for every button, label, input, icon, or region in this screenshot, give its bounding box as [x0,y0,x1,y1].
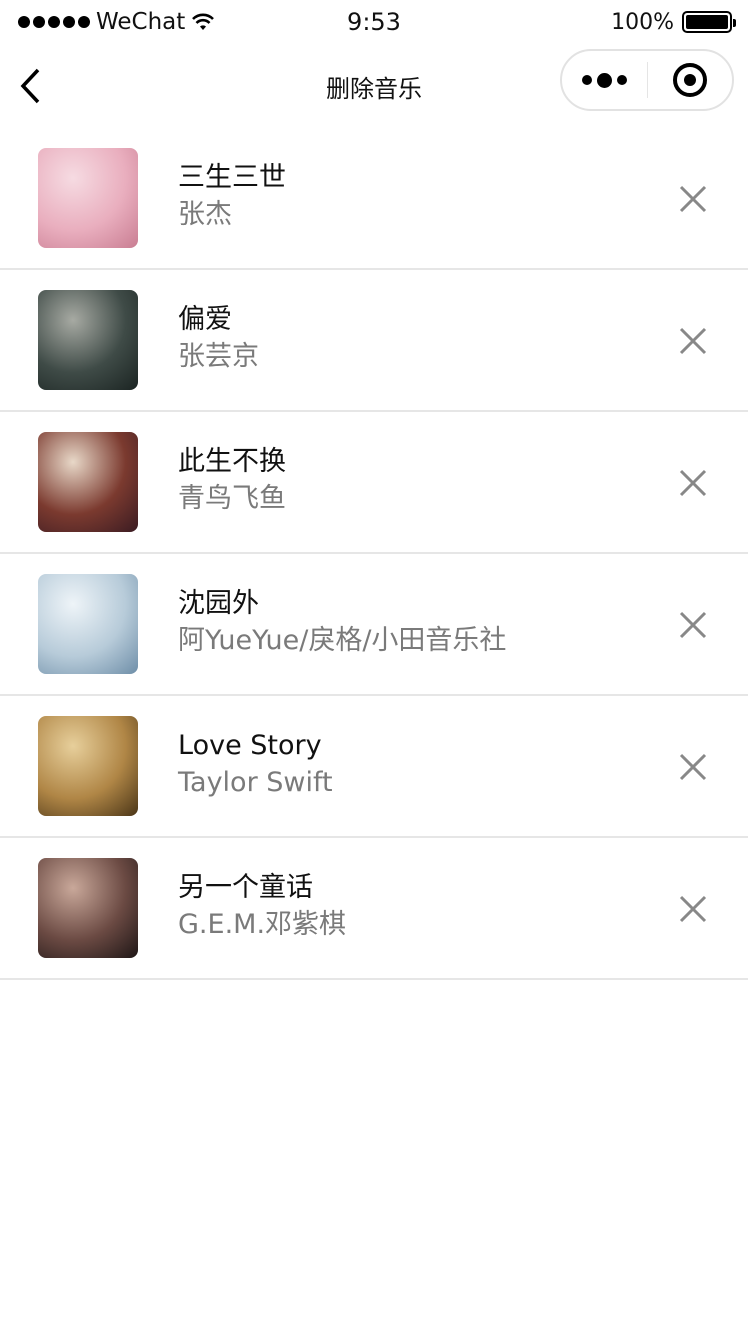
chevron-left-icon [20,68,40,104]
song-text: Love Story Taylor Swift [178,728,333,802]
signal-strength-icon [18,16,90,28]
song-artist: 青鸟飞鱼 [178,483,286,514]
song-list: 三生三世张杰偏爱张芸京此生不换青鸟飞鱼沈园外阿YueYue/戾格/小田音乐社 Lo… [0,128,748,980]
song-text: 沈园外阿YueYue/戾格/小田音乐社 [178,586,506,660]
close-mini-program-button[interactable] [648,51,733,109]
song-item[interactable]: 此生不换 青鸟飞鱼 [0,412,748,554]
song-item[interactable]: 另一个童话 G.E.M.邓紫棋 [0,838,748,980]
status-left: WeChat [18,9,215,35]
song-title: 偏爱 [178,304,232,335]
song-artist: 阿YueYue/戾格/小田音乐社 [178,625,507,656]
delete-song-button[interactable] [674,890,712,928]
page-title: 删除音乐 [326,74,422,103]
status-right: 100% [611,9,736,35]
song-text: 此生不换 青鸟飞鱼 [178,444,286,518]
album-cover [38,290,138,390]
song-artist: 张芸京 [178,341,259,372]
album-cover [38,716,138,816]
close-x-icon [679,469,707,497]
song-text: 三生三世 张杰 [178,160,286,234]
battery-fill [686,15,728,29]
delete-song-button[interactable] [674,606,712,644]
song-item[interactable]: 三生三世 张杰 [0,128,748,270]
battery-icon [682,11,736,33]
delete-song-button[interactable] [674,322,712,360]
more-dot [581,75,592,85]
album-cover [38,858,138,958]
mini-program-capsule [560,49,734,111]
album-cover [38,574,138,674]
more-dot [596,72,612,88]
navigation-bar: 删除音乐 [0,44,748,128]
song-title: 此生不换 [178,446,286,477]
back-button[interactable] [14,66,46,106]
delete-song-button[interactable] [674,748,712,786]
song-artist: G.E.M.邓紫棋 [178,909,347,940]
song-artist: 张杰 [178,199,232,230]
delete-song-button[interactable] [674,464,712,502]
close-x-icon [679,327,707,355]
carrier-label: WeChat [96,9,186,35]
album-cover [38,432,138,532]
delete-song-button[interactable] [674,180,712,218]
battery-percent: 100% [611,9,674,35]
song-title: 另一个童话 [178,872,313,903]
wifi-icon [192,13,215,30]
target-circle-icon [672,63,707,97]
more-button[interactable] [562,51,647,109]
more-dot [616,75,627,85]
close-x-icon [679,753,707,781]
status-bar: WeChat 9:53 100% [0,0,748,44]
close-x-icon [679,611,707,639]
song-text: 另一个童话 G.E.M.邓紫棋 [178,870,346,944]
song-item[interactable]: 沈园外阿YueYue/戾格/小田音乐社 [0,554,748,696]
song-item[interactable]: 偏爱 张芸京 [0,270,748,412]
song-text: 偏爱 张芸京 [178,302,259,376]
song-artist: Taylor Swift [178,767,333,798]
close-x-icon [679,895,707,923]
song-title: 三生三世 [178,162,286,193]
song-title: 沈园外 [178,588,259,619]
album-cover [38,148,138,248]
song-item[interactable]: Love Story Taylor Swift [0,696,748,838]
close-x-icon [679,185,707,213]
song-title: Love Story [178,730,322,761]
